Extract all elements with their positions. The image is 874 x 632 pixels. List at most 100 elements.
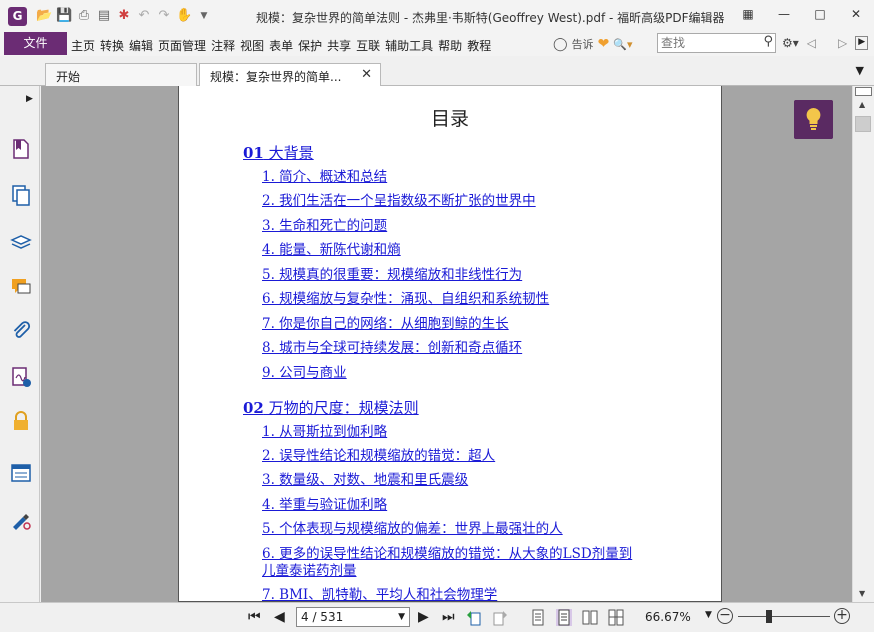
tell-me[interactable]: ◯ 告诉 ❤ 🔍▾ xyxy=(553,36,633,52)
back-arrow-icon[interactable]: ◁ xyxy=(807,36,816,50)
split-view-handle[interactable] xyxy=(855,87,872,96)
menu-comment[interactable]: 注释 xyxy=(211,37,235,54)
last-page-icon[interactable]: ⏭ xyxy=(442,609,455,625)
zoom-slider-track[interactable] xyxy=(738,616,830,617)
toc-entry[interactable]: 7. BMI、凯特勒、平均人和社会物理学 xyxy=(262,587,497,602)
menu-view[interactable]: 视图 xyxy=(240,37,264,54)
page-dropdown-icon[interactable]: ▼ xyxy=(398,608,405,626)
zoom-out-button[interactable]: − xyxy=(717,608,733,624)
close-tab-icon[interactable]: ✕ xyxy=(361,67,372,82)
menu-organize[interactable]: 页面管理 xyxy=(158,37,206,54)
toc-entry[interactable]: 9. 公司与商业 xyxy=(262,365,347,382)
open-folder-icon[interactable]: 📂 xyxy=(36,8,52,24)
scroll-up-icon[interactable]: ▲ xyxy=(859,100,865,109)
page-number-field[interactable]: 4 / 531 ▼ xyxy=(296,607,410,627)
toc-entry[interactable]: 3. 生命和死亡的问题 xyxy=(262,218,387,235)
customize-qat-icon[interactable]: ▼ xyxy=(196,8,212,24)
toc-entry[interactable]: 3. 数量级、对数、地震和里氏震级 xyxy=(262,472,468,489)
menu-home[interactable]: 主页 xyxy=(71,37,95,54)
menu-help[interactable]: 帮助 xyxy=(438,37,462,54)
security-lock-icon[interactable] xyxy=(10,410,32,432)
hand-tool-icon[interactable]: ✋ xyxy=(176,8,192,24)
toc-entry[interactable]: 6. 规模缩放与复杂性：涌现、自组织和系统韧性 xyxy=(262,291,549,308)
undo-icon[interactable]: ↶ xyxy=(136,8,152,24)
page-number-value: 4 / 531 xyxy=(301,610,344,624)
scroll-down-icon[interactable]: ▼ xyxy=(859,589,865,598)
scan-icon[interactable]: ▤ xyxy=(96,8,112,24)
tab-start[interactable]: 开始 xyxy=(45,63,197,86)
tab-list-dropdown-icon[interactable]: ▼ xyxy=(856,64,864,77)
section-number: 02 xyxy=(243,399,264,417)
menu-connect[interactable]: 互联 xyxy=(356,37,380,54)
facing-view-icon[interactable] xyxy=(582,609,598,626)
signatures-icon[interactable] xyxy=(10,366,32,388)
menu-tutorial[interactable]: 教程 xyxy=(467,37,491,54)
toc-entry[interactable]: 4. 举重与验证伽利略 xyxy=(262,497,387,514)
first-page-icon[interactable]: ⏮ xyxy=(248,609,261,625)
zoom-level[interactable]: 66.67% xyxy=(645,610,691,624)
layers-icon[interactable] xyxy=(10,230,32,252)
menu-share[interactable]: 共享 xyxy=(327,37,351,54)
file-menu-button[interactable]: 文件 xyxy=(4,32,67,55)
toc-entry[interactable]: 6. 更多的误导性结论和规模缩放的错觉：从大象的LSD剂量到 xyxy=(262,546,632,563)
toc-entry[interactable]: 4. 能量、新陈代谢和熵 xyxy=(262,242,401,259)
new-document-icon[interactable]: ✱ xyxy=(116,8,132,24)
pdf-page: 目录 01 大背景 1. 简介、概述和总结 2. 我们生活在一个呈指数级不断扩张… xyxy=(178,86,722,602)
toc-entry[interactable]: 7. 你是你自己的网络：从细胞到鲸的生长 xyxy=(262,316,509,333)
ribbon-toggle-icon[interactable]: ▦ xyxy=(730,0,766,30)
window-controls: ▦ — □ ✕ xyxy=(730,0,874,30)
toc-entry[interactable]: 2. 误导性结论和规模缩放的错觉：超人 xyxy=(262,448,495,465)
document-canvas[interactable]: 目录 01 大背景 1. 简介、概述和总结 2. 我们生活在一个呈指数级不断扩张… xyxy=(41,86,852,602)
tab-document[interactable]: 规模：复杂世界的简单... ✕ xyxy=(199,63,381,87)
search-icon[interactable]: ⚲ xyxy=(763,34,773,49)
scrollbar-thumb[interactable] xyxy=(855,116,871,132)
toc-entry[interactable]: 5. 规模真的很重要：规模缩放和非线性行为 xyxy=(262,267,522,284)
status-bar: ⏮ ◀ 4 / 531 ▼ ▶ ⏭ 66.67% ▼ − + xyxy=(0,602,874,632)
minimize-button[interactable]: — xyxy=(766,0,802,30)
zoom-in-button[interactable]: + xyxy=(834,608,850,624)
page-thumbnails-icon[interactable] xyxy=(10,184,32,206)
lightbulb-hint-icon[interactable] xyxy=(794,100,833,139)
redo-icon[interactable]: ↷ xyxy=(156,8,172,24)
next-page-icon[interactable]: ▶ xyxy=(418,609,429,625)
toc-section-02[interactable]: 02 万物的尺度：规模法则 xyxy=(243,397,419,418)
menu-form[interactable]: 表单 xyxy=(269,37,293,54)
zoom-slider-thumb[interactable] xyxy=(766,610,772,623)
single-page-view-icon[interactable] xyxy=(530,609,546,626)
toc-entry[interactable]: 5. 个体表现与规模缩放的偏差：世界上最强壮的人 xyxy=(262,521,563,538)
settings-gear-icon[interactable]: ⚙▾ xyxy=(782,36,799,50)
previous-view-icon[interactable] xyxy=(466,609,482,626)
next-view-icon[interactable] xyxy=(492,609,508,626)
toc-entry[interactable]: 儿童泰诺药剂量 xyxy=(262,563,357,580)
menu-convert[interactable]: 转换 xyxy=(100,37,124,54)
previous-page-icon[interactable]: ◀ xyxy=(274,609,285,625)
ribbon-scroll-right-icon[interactable]: ▶ xyxy=(855,36,869,50)
attachments-icon[interactable] xyxy=(10,320,32,342)
toc-entry[interactable]: 1. 从哥斯拉到伽利略 xyxy=(262,424,387,441)
form-fields-icon[interactable] xyxy=(10,462,32,484)
menu-edit[interactable]: 编辑 xyxy=(129,37,153,54)
print-icon[interactable]: ⎙ xyxy=(76,8,92,24)
bookmark-panel-icon[interactable] xyxy=(10,138,32,160)
close-button[interactable]: ✕ xyxy=(838,0,874,30)
toc-section-01[interactable]: 01 大背景 xyxy=(243,142,314,163)
search-options-icon[interactable]: 🔍▾ xyxy=(613,38,632,51)
maximize-button[interactable]: □ xyxy=(802,0,838,30)
expand-panel-icon[interactable]: ▶ xyxy=(26,94,33,104)
heart-icon[interactable]: ❤ xyxy=(598,36,610,52)
certify-pen-icon[interactable] xyxy=(10,508,32,530)
search-field[interactable]: ⚲ xyxy=(657,33,776,53)
continuous-view-icon[interactable] xyxy=(556,609,572,626)
toc-entry[interactable]: 2. 我们生活在一个呈指数级不断扩张的世界中 xyxy=(262,193,536,210)
toc-entry[interactable]: 8. 城市与全球可持续发展：创新和奇点循环 xyxy=(262,340,522,357)
forward-arrow-icon[interactable]: ▷ xyxy=(838,36,847,50)
save-icon[interactable]: 💾 xyxy=(56,8,72,24)
vertical-scrollbar[interactable]: ▲ ▼ xyxy=(852,86,874,602)
menu-protect[interactable]: 保护 xyxy=(298,37,322,54)
search-input[interactable] xyxy=(658,34,756,52)
continuous-facing-view-icon[interactable] xyxy=(608,609,624,626)
zoom-dropdown-icon[interactable]: ▼ xyxy=(705,610,712,620)
comments-icon[interactable] xyxy=(10,276,32,298)
toc-entry[interactable]: 1. 简介、概述和总结 xyxy=(262,169,387,186)
menu-accessibility[interactable]: 辅助工具 xyxy=(385,37,433,54)
